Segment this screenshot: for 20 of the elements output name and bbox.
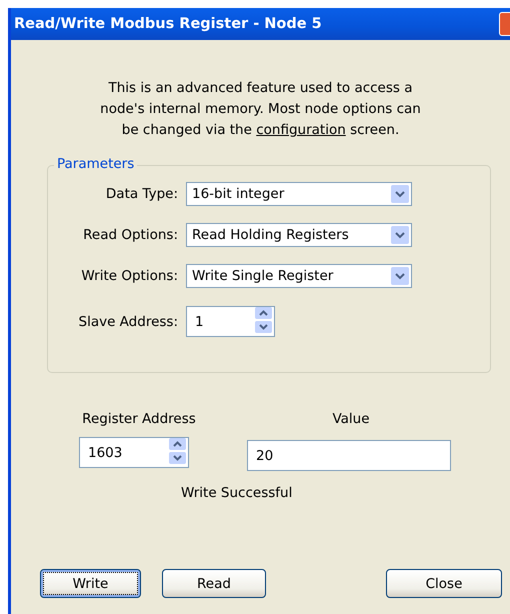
field-label: Write Options: xyxy=(80,268,179,284)
dropdown[interactable]: Write Single Register xyxy=(186,264,412,288)
field-label: Read Options: xyxy=(82,227,179,243)
spin-field[interactable]: 1 xyxy=(186,306,275,337)
close-button[interactable]: Close xyxy=(386,569,502,598)
close-icon[interactable] xyxy=(499,12,510,36)
spin-field[interactable]: 1603 xyxy=(79,437,189,468)
field-label: Register Address xyxy=(82,411,196,427)
field-label: Slave Address: xyxy=(78,314,179,330)
configuration-link[interactable]: configuration xyxy=(256,122,346,138)
value-field[interactable]: 20 xyxy=(247,440,451,471)
field-label: Value xyxy=(332,411,370,427)
window-title: Read/Write Modbus Register - Node 5 xyxy=(14,16,322,32)
status-text: Write Successful xyxy=(181,485,292,501)
intro-text: This is an advanced feature used to access a node's internal memory. Most node options can be changed via the configuration screen. xyxy=(99,79,422,140)
dropdown[interactable]: 16-bit integer xyxy=(186,182,412,206)
write-button[interactable]: Write xyxy=(40,569,141,598)
dropdown[interactable]: Read Holding Registers xyxy=(186,223,412,247)
field-label: Data Type: xyxy=(104,186,179,202)
read-button[interactable]: Read xyxy=(162,569,266,598)
